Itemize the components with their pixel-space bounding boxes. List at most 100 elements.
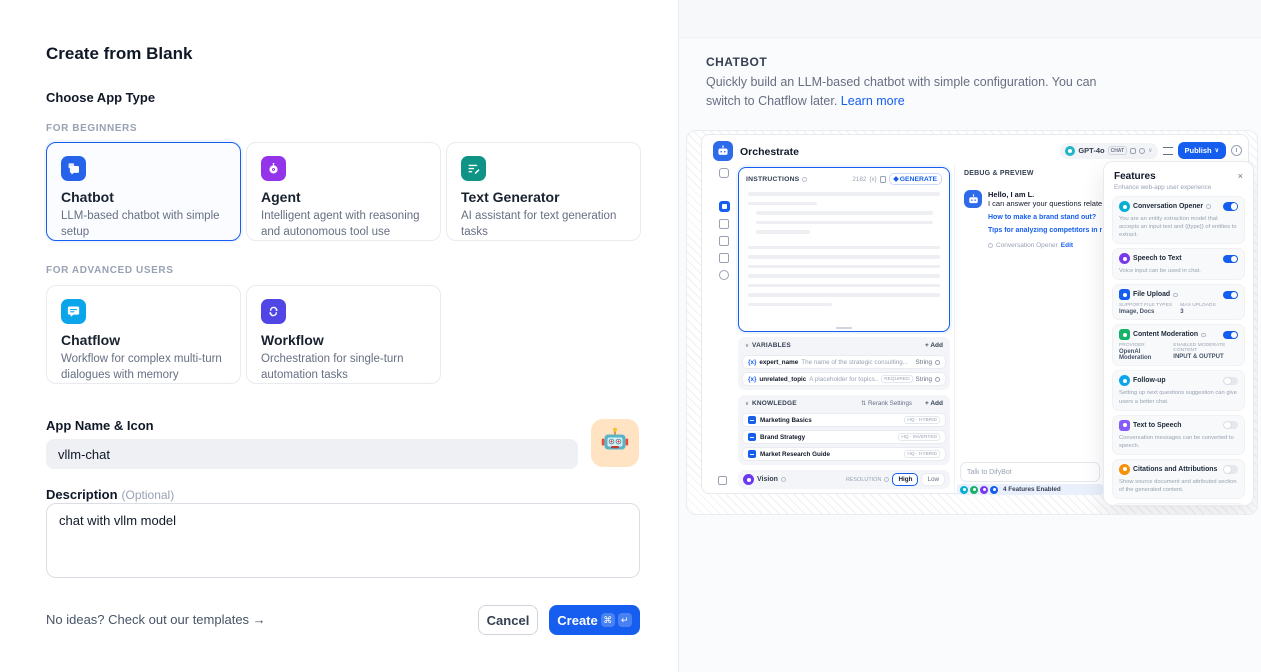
sparkle-icon bbox=[893, 176, 899, 182]
variable-desc: A placeholder for topics... bbox=[809, 376, 878, 383]
card-title: Chatflow bbox=[61, 332, 226, 348]
feature-name: Citations and Attributions bbox=[1133, 466, 1217, 473]
card-title: Agent bbox=[261, 189, 426, 205]
for-advanced-users-label: FOR ADVANCED USERS bbox=[46, 265, 173, 276]
feature-item: Conversation Opener You are an entity ex… bbox=[1112, 196, 1245, 244]
app-type-card-chatbot[interactable]: Chatbot LLM-based chatbot with simple se… bbox=[46, 142, 241, 241]
knowledge-name: Market Research Guide bbox=[760, 451, 900, 458]
feature-item: Content Moderation PROVIDEROpenAI Modera… bbox=[1112, 324, 1245, 366]
workflow-icon bbox=[261, 299, 286, 324]
feature-item: Annotation Reply bbox=[1112, 503, 1245, 506]
feature-dot-icon bbox=[960, 486, 968, 494]
file-upload-icon bbox=[1119, 289, 1130, 300]
knowledge-row: Market Research Guide HQ · HYBRID bbox=[742, 447, 946, 461]
variable-icon: {x} bbox=[748, 359, 756, 366]
info-icon bbox=[1206, 204, 1211, 209]
templates-link[interactable]: No ideas? Check out our templates → bbox=[46, 612, 266, 627]
toggle-off bbox=[1223, 421, 1238, 430]
debug-preview-label: DEBUG & PREVIEW bbox=[964, 170, 1034, 177]
card-description: Intelligent agent with reasoning and aut… bbox=[261, 209, 426, 240]
feature-name: Follow-up bbox=[1133, 377, 1166, 384]
app-type-card-chatflow[interactable]: Chatflow Workflow for complex multi-turn… bbox=[46, 285, 241, 384]
features-enabled-bar: 4 Features Enabled bbox=[957, 484, 1103, 495]
modal-title: Create from Blank bbox=[46, 44, 192, 64]
token-count: 2182 bbox=[852, 176, 866, 183]
sidebar-icon bbox=[719, 219, 729, 229]
card-title: Text Generator bbox=[461, 189, 626, 205]
knowledge-label: KNOWLEDGE bbox=[752, 400, 797, 407]
optional-label: (Optional) bbox=[122, 488, 175, 502]
resolution-label: RESOLUTION bbox=[846, 477, 882, 483]
required-badge: REQUIRED bbox=[881, 375, 912, 383]
document-icon bbox=[748, 433, 756, 441]
features-title: Features bbox=[1114, 171, 1156, 182]
document-icon bbox=[748, 416, 756, 424]
feature-desc: You are an entity extraction model that … bbox=[1119, 215, 1238, 239]
variable-type: String bbox=[916, 359, 932, 366]
vision-eye-icon bbox=[743, 474, 754, 485]
app-icon-picker[interactable] bbox=[591, 419, 639, 467]
robot-emoji-icon bbox=[599, 425, 631, 462]
agent-icon bbox=[261, 156, 286, 181]
card-description: Orchestration for single-turn automation… bbox=[261, 352, 426, 383]
feature-desc: Voice input can be used in chat. bbox=[1119, 267, 1238, 275]
app-type-card-agent[interactable]: Agent Intelligent agent with reasoning a… bbox=[246, 142, 441, 241]
variable-name: expert_name bbox=[759, 359, 798, 366]
chatbot-preview-image: Orchestrate GPT-4o CHAT ∨ Publish∨ bbox=[686, 130, 1258, 515]
info-icon bbox=[1173, 293, 1178, 298]
meta-key: SUPPORT FILE TYPES bbox=[1119, 303, 1172, 308]
chatbot-icon bbox=[61, 156, 86, 181]
copy-icon bbox=[880, 176, 886, 183]
knowledge-badge: HQ · HYBRID bbox=[904, 416, 940, 424]
speech-to-text-icon bbox=[1119, 253, 1130, 264]
text-generator-icon bbox=[461, 156, 486, 181]
feature-name: Content Moderation bbox=[1133, 331, 1198, 338]
meta-key: ENABLED MODERATE CONTENT bbox=[1173, 343, 1238, 353]
bot-greeting-line2: I can answer your questions related bbox=[988, 199, 1102, 208]
knowledge-row: Brand Strategy HQ · INVERTED bbox=[742, 430, 946, 444]
enter-key-icon: ↵ bbox=[618, 613, 632, 627]
preview-top-strip bbox=[679, 0, 1261, 38]
preview-app-icon bbox=[713, 141, 733, 161]
cancel-button[interactable]: Cancel bbox=[478, 605, 538, 635]
create-button[interactable]: Create ⌘ ↵ bbox=[549, 605, 640, 635]
variable-row: {x} unrelated_topic A placeholder for to… bbox=[742, 372, 946, 386]
cmd-key-icon: ⌘ bbox=[601, 613, 615, 627]
variable-type: String bbox=[916, 376, 932, 383]
publish-button: Publish∨ bbox=[1178, 142, 1227, 159]
chevron-down-icon: ∨ bbox=[745, 401, 749, 407]
sidebar-icon bbox=[719, 270, 729, 280]
meta-value: 3 bbox=[1180, 309, 1216, 315]
variable-icon: {x} bbox=[869, 176, 876, 183]
app-type-card-workflow[interactable]: Workflow Orchestration for single-turn a… bbox=[246, 285, 441, 384]
meta-value: OpenAI Moderation bbox=[1119, 349, 1165, 361]
description-textarea[interactable]: chat with vllm model bbox=[46, 503, 640, 578]
app-type-card-text-generator[interactable]: Text Generator AI assistant for text gen… bbox=[446, 142, 641, 241]
for-beginners-label: FOR BEGINNERS bbox=[46, 123, 137, 134]
feature-item: Text to Speech Conversation messages can… bbox=[1112, 415, 1245, 455]
app-name-input[interactable] bbox=[46, 439, 578, 469]
features-subtitle: Enhance web-app user experience bbox=[1114, 184, 1243, 191]
features-enabled-count: 4 Features Enabled bbox=[1003, 486, 1061, 493]
vision-label: Vision bbox=[757, 476, 778, 483]
gear-icon bbox=[935, 360, 940, 365]
feature-desc: Show source document and attributed sect… bbox=[1119, 478, 1238, 494]
card-title: Workflow bbox=[261, 332, 426, 348]
generate-button: GENERATE bbox=[889, 173, 942, 185]
knowledge-badge: HQ · INVERTED bbox=[898, 433, 940, 441]
info-icon bbox=[1201, 333, 1206, 338]
instructions-placeholder-text bbox=[739, 188, 949, 316]
model-mode-badge: CHAT bbox=[1108, 146, 1128, 155]
toggle-off bbox=[1223, 465, 1238, 474]
model-selector: GPT-4o CHAT ∨ bbox=[1060, 143, 1157, 159]
feature-desc: Conversation messages can be converted t… bbox=[1119, 434, 1238, 450]
feature-item: Citations and Attributions Show source d… bbox=[1112, 459, 1245, 499]
knowledge-section: ∨ KNOWLEDGE ⇅ Rerank Settings + Add Mark… bbox=[738, 395, 950, 465]
chevron-down-icon: ∨ bbox=[745, 343, 749, 349]
feature-name: Speech to Text bbox=[1133, 255, 1182, 262]
learn-more-link[interactable]: Learn more bbox=[841, 94, 905, 108]
edit-link: Edit bbox=[1061, 242, 1073, 249]
citations-icon bbox=[1119, 464, 1130, 475]
card-description: AI assistant for text generation tasks bbox=[461, 209, 626, 240]
close-icon: × bbox=[1238, 172, 1243, 181]
